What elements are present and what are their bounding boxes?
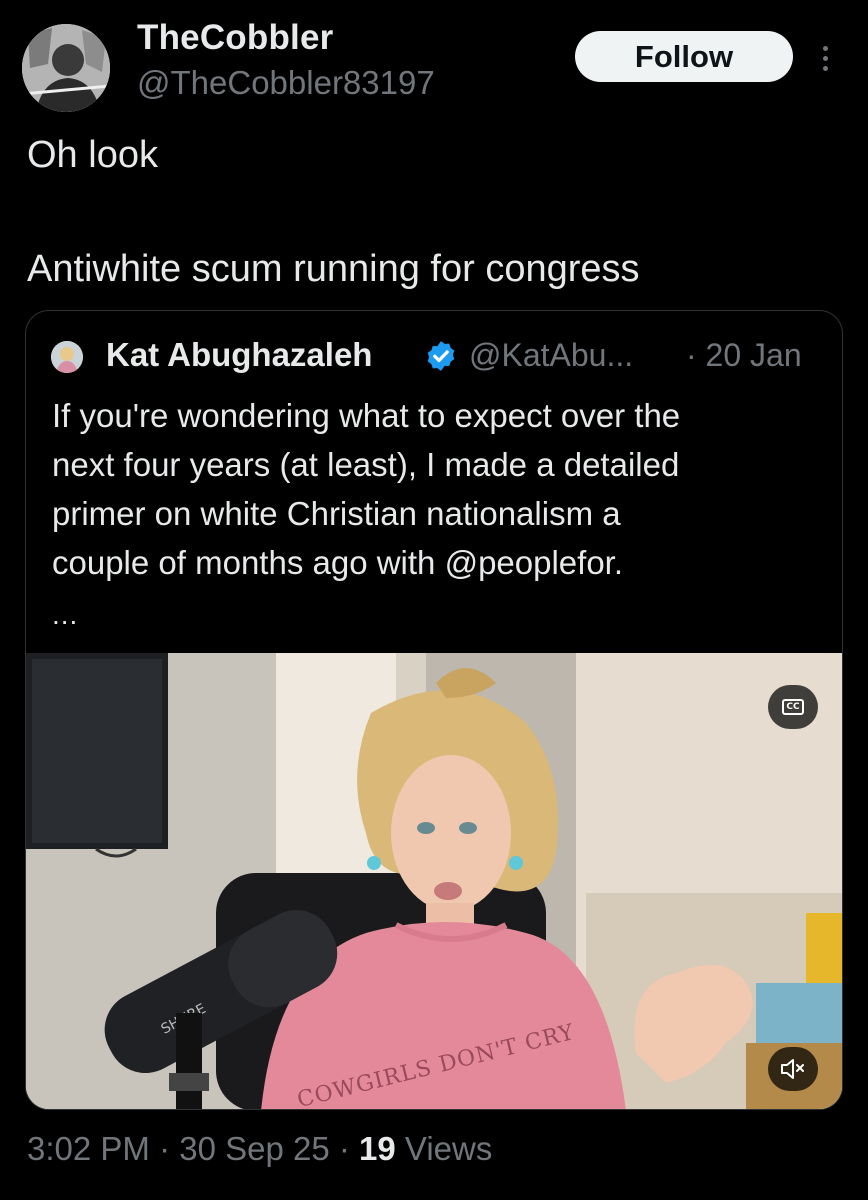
quoted-date[interactable]: · 20 Jan — [686, 337, 802, 374]
separator: · — [329, 1130, 360, 1167]
quoted-author-avatar[interactable] — [51, 341, 83, 373]
quoted-body-line: couple of months ago with @peoplefor. — [52, 544, 624, 581]
muted-speaker-icon[interactable] — [768, 1047, 818, 1091]
views-count[interactable]: 19 — [359, 1130, 396, 1167]
show-more-ellipsis[interactable]: ... — [52, 599, 78, 631]
tweet-meta: 3:02 PM · 30 Sep 25 · 19 Views — [27, 1130, 492, 1168]
author-handle[interactable]: @TheCobbler83197 — [137, 64, 435, 102]
video-frame: SHURE — [26, 653, 842, 1109]
quoted-tweet-card[interactable]: Kat Abughazaleh @KatAbu... · 20 Jan If y… — [25, 310, 843, 1110]
follow-button[interactable]: Follow — [575, 31, 793, 82]
quoted-body-line: primer on white Christian nationalism a — [52, 495, 621, 532]
tweet-time[interactable]: 3:02 PM — [27, 1130, 150, 1167]
tweet-text-line: Oh look — [27, 134, 158, 176]
video-player[interactable]: SHURE COWGIRLS DON'T CRY CC — [26, 653, 842, 1109]
tweet-page: TheCobbler @TheCobbler83197 Follow Oh lo… — [0, 0, 868, 1200]
author-name[interactable]: TheCobbler — [137, 18, 333, 58]
separator: · — [149, 1130, 180, 1167]
quoted-author-handle[interactable]: @KatAbu... — [469, 337, 633, 374]
quoted-body: If you're wondering what to expect over … — [52, 391, 822, 587]
quoted-body-line: If you're wondering what to expect over … — [52, 397, 681, 434]
more-icon[interactable] — [814, 38, 836, 78]
views-label: Views — [395, 1130, 493, 1167]
quoted-author-name[interactable]: Kat Abughazaleh — [106, 336, 372, 374]
tweet-date[interactable]: 30 Sep 25 — [179, 1130, 329, 1167]
verified-badge-icon — [427, 341, 455, 371]
tweet-text-line: Antiwhite scum running for congress — [27, 248, 640, 290]
author-avatar[interactable] — [22, 24, 110, 112]
quoted-body-line: next four years (at least), I made a det… — [52, 446, 680, 483]
closed-captions-icon[interactable]: CC — [768, 685, 818, 729]
